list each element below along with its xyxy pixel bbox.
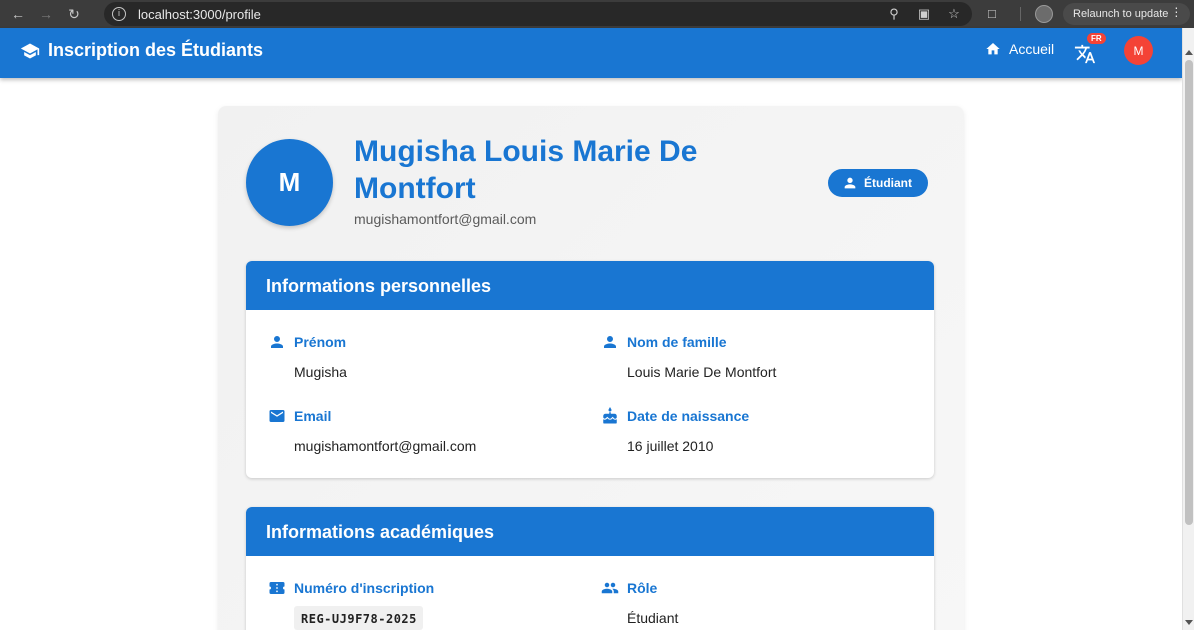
people-icon bbox=[601, 582, 619, 594]
address-bar[interactable]: i localhost:3000/profile ⚲ ▣ ☆ bbox=[104, 2, 972, 26]
toolbar-divider bbox=[1020, 7, 1021, 21]
email-value: mugishamontfort@gmail.com bbox=[294, 438, 477, 454]
email-field: Email mugishamontfort@gmail.com bbox=[268, 407, 476, 454]
site-info-icon[interactable]: i bbox=[112, 7, 126, 21]
relaunch-label: Relaunch to update bbox=[1073, 8, 1169, 20]
star-icon[interactable]: ☆ bbox=[946, 6, 962, 22]
forward-icon[interactable]: → bbox=[36, 4, 56, 24]
key-icon[interactable]: ⚲ bbox=[886, 6, 902, 22]
registration-number-field: Numéro d'inscription REG-UJ9F78-2025 bbox=[268, 579, 434, 630]
role-field: Rôle Étudiant bbox=[601, 579, 678, 626]
profile-avatar: M bbox=[246, 139, 333, 226]
back-icon[interactable]: ← bbox=[8, 4, 28, 24]
profile-email: mugishamontfort@gmail.com bbox=[354, 211, 537, 227]
page-scrollbar[interactable] bbox=[1182, 28, 1194, 630]
cake-icon bbox=[603, 407, 617, 424]
home-label: Accueil bbox=[1009, 41, 1055, 57]
personal-info-title: Informations personnelles bbox=[246, 261, 934, 310]
extensions-icon[interactable]: □ bbox=[988, 6, 1004, 22]
relaunch-button[interactable]: Relaunch to update ⋮ bbox=[1063, 3, 1191, 25]
academic-info-title: Informations académiques bbox=[246, 507, 934, 556]
brand[interactable]: Inscription des Étudiants bbox=[20, 40, 263, 61]
app-title: Inscription des Étudiants bbox=[48, 40, 264, 60]
email-label: Email bbox=[294, 408, 332, 424]
profile-name: Mugisha Louis Marie De Montfort bbox=[354, 135, 698, 205]
academic-info-section: Informations académiques Numéro d'inscri… bbox=[246, 507, 934, 630]
home-icon bbox=[986, 43, 1000, 55]
role-chip: Étudiant bbox=[828, 169, 928, 197]
dob-value: 16 juillet 2010 bbox=[627, 438, 714, 454]
registration-number-label: Numéro d'inscription bbox=[294, 580, 435, 596]
person-icon bbox=[271, 336, 283, 348]
translate-icon bbox=[1074, 44, 1096, 64]
home-link[interactable]: Accueil bbox=[985, 41, 1054, 57]
mail-icon bbox=[269, 410, 285, 422]
user-avatar[interactable]: M bbox=[1124, 36, 1153, 65]
last-name-value: Louis Marie De Montfort bbox=[627, 364, 777, 380]
last-name-label: Nom de famille bbox=[627, 334, 727, 350]
graduation-cap-icon bbox=[20, 43, 40, 58]
registration-number-value: REG-UJ9F78-2025 bbox=[294, 606, 423, 630]
language-badge: FR bbox=[1087, 33, 1106, 44]
person-icon bbox=[844, 177, 856, 189]
app-header: Inscription des Étudiants Accueil FR M bbox=[0, 28, 1182, 78]
role-label: Rôle bbox=[627, 580, 658, 596]
role-chip-label: Étudiant bbox=[864, 176, 912, 190]
person-icon bbox=[604, 336, 616, 348]
language-switcher[interactable]: FR bbox=[1074, 33, 1106, 64]
dob-field: Date de naissance 16 juillet 2010 bbox=[601, 407, 749, 454]
ticket-icon bbox=[269, 582, 285, 594]
role-value: Étudiant bbox=[627, 610, 679, 626]
last-name-field: Nom de famille Louis Marie De Montfort bbox=[601, 333, 776, 380]
browser-toolbar: ← → ↻ i localhost:3000/profile ⚲ ▣ ☆ □ R… bbox=[0, 0, 1194, 28]
more-menu-icon[interactable]: ⋮ bbox=[1170, 5, 1182, 19]
first-name-field: Prénom Mugisha bbox=[268, 333, 347, 380]
profile-card: M Mugisha Louis Marie De Montfort mugish… bbox=[218, 106, 964, 630]
first-name-label: Prénom bbox=[294, 334, 347, 350]
url-text[interactable]: localhost:3000/profile bbox=[138, 7, 261, 22]
personal-info-section: Informations personnelles Prénom Mugisha… bbox=[246, 261, 934, 478]
install-icon[interactable]: ▣ bbox=[916, 6, 932, 22]
scroll-up-icon[interactable] bbox=[1185, 50, 1193, 55]
dob-label: Date de naissance bbox=[627, 408, 750, 424]
profile-picture-icon[interactable] bbox=[1035, 5, 1053, 23]
first-name-value: Mugisha bbox=[294, 364, 347, 380]
scrollbar-thumb[interactable] bbox=[1185, 60, 1193, 525]
scroll-down-icon[interactable] bbox=[1185, 620, 1193, 625]
reload-icon[interactable]: ↻ bbox=[64, 4, 84, 24]
